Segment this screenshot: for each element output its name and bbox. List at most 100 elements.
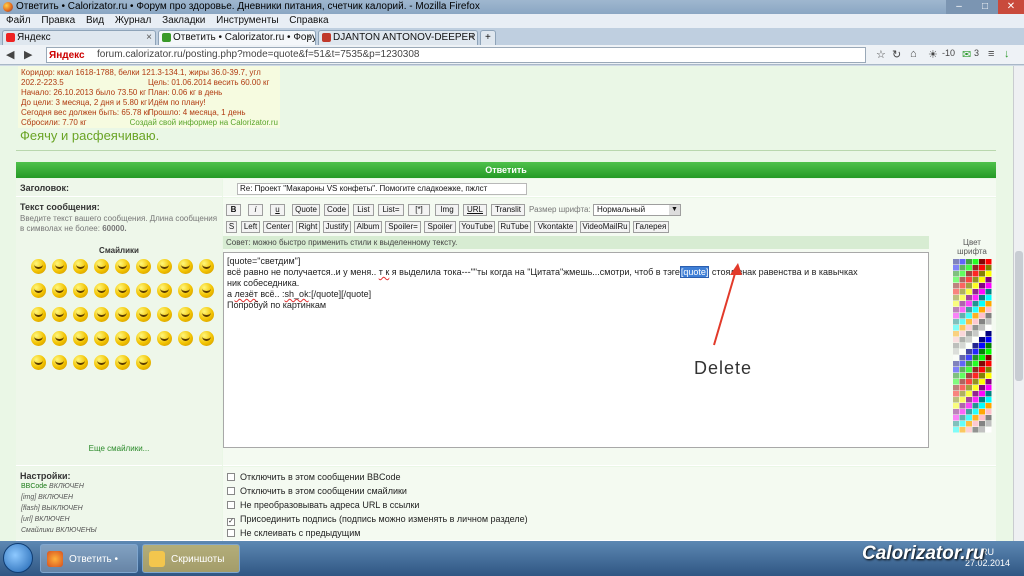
tab-close-icon[interactable]: × xyxy=(146,31,152,44)
color-swatch[interactable] xyxy=(959,313,966,319)
smiley-icon[interactable] xyxy=(73,259,88,274)
smiley-icon[interactable] xyxy=(52,355,67,370)
color-swatch[interactable] xyxy=(979,403,985,409)
color-swatch[interactable] xyxy=(972,421,979,427)
color-swatch[interactable] xyxy=(972,409,979,415)
menu-history[interactable]: Журнал xyxy=(115,15,152,26)
color-swatch[interactable] xyxy=(966,397,972,403)
color-swatch[interactable] xyxy=(985,301,992,307)
color-swatch[interactable] xyxy=(972,373,979,379)
smiley-icon[interactable] xyxy=(115,355,130,370)
color-swatch[interactable] xyxy=(966,283,972,289)
color-swatch[interactable] xyxy=(959,301,966,307)
message-textarea[interactable]: [quote="светдим"] всё равно не получаетс… xyxy=(223,252,929,448)
refresh-icon[interactable]: ↻ xyxy=(892,48,901,61)
list-button[interactable]: List xyxy=(353,204,374,216)
color-swatch[interactable] xyxy=(959,403,966,409)
color-swatch[interactable] xyxy=(966,289,972,295)
smiley-icon[interactable] xyxy=(52,331,67,346)
taskbar-firefox[interactable]: Ответить • Calori... xyxy=(40,544,138,573)
color-swatch[interactable] xyxy=(985,421,992,427)
smiley-icon[interactable] xyxy=(73,283,88,298)
smiley-icon[interactable] xyxy=(157,331,172,346)
color-swatch[interactable] xyxy=(966,409,972,415)
color-swatch[interactable] xyxy=(979,409,985,415)
color-swatch[interactable] xyxy=(979,325,985,331)
smiley-icon[interactable] xyxy=(136,283,151,298)
color-swatch[interactable] xyxy=(959,355,966,361)
color-swatch[interactable] xyxy=(979,313,985,319)
color-swatch[interactable] xyxy=(979,277,985,283)
color-swatch[interactable] xyxy=(959,367,966,373)
color-swatch[interactable] xyxy=(972,259,979,265)
align-right-button[interactable]: Right xyxy=(296,221,320,233)
maximize-button[interactable]: □ xyxy=(972,0,998,14)
smiley-icon[interactable] xyxy=(31,331,46,346)
download-icon[interactable]: ↓ xyxy=(1004,48,1010,60)
color-swatch[interactable] xyxy=(979,343,985,349)
color-swatch[interactable] xyxy=(953,415,959,421)
font-size-select[interactable]: Нормальный ▼ xyxy=(593,204,681,216)
checkbox[interactable] xyxy=(227,501,235,509)
color-swatch[interactable] xyxy=(953,427,959,433)
color-swatch[interactable] xyxy=(972,349,979,355)
color-swatch[interactable] xyxy=(985,343,992,349)
tab-calorizator[interactable]: Ответить • Calorizator.ru • Форум пр... … xyxy=(158,30,316,45)
create-informer-link[interactable]: Создай свой информер на Calorizator.ru xyxy=(130,118,278,128)
smiley-icon[interactable] xyxy=(73,331,88,346)
color-swatch[interactable] xyxy=(985,283,992,289)
strike-button[interactable]: S xyxy=(226,221,237,233)
color-swatch[interactable] xyxy=(953,403,959,409)
smiley-icon[interactable] xyxy=(94,307,109,322)
tab-close-icon[interactable]: × xyxy=(468,31,474,44)
align-center-button[interactable]: Center xyxy=(263,221,293,233)
color-swatch[interactable] xyxy=(959,385,966,391)
color-swatch[interactable] xyxy=(966,271,972,277)
color-swatch[interactable] xyxy=(953,355,959,361)
color-swatch[interactable] xyxy=(979,271,985,277)
color-swatch[interactable] xyxy=(953,409,959,415)
color-swatch[interactable] xyxy=(966,349,972,355)
color-swatch[interactable] xyxy=(985,277,992,283)
color-swatch[interactable] xyxy=(953,367,959,373)
color-swatch[interactable] xyxy=(966,373,972,379)
smiley-icon[interactable] xyxy=(178,307,193,322)
color-swatch[interactable] xyxy=(979,331,985,337)
color-swatch[interactable] xyxy=(985,367,992,373)
gallery-button[interactable]: Галерея xyxy=(633,221,669,233)
color-swatch[interactable] xyxy=(953,289,959,295)
list-item-button[interactable]: [*] xyxy=(408,204,430,216)
menu-view[interactable]: Вид xyxy=(86,15,104,26)
color-swatch[interactable] xyxy=(966,421,972,427)
underline-button[interactable]: u xyxy=(270,204,285,216)
color-swatch[interactable] xyxy=(972,307,979,313)
color-swatch[interactable] xyxy=(972,313,979,319)
menu-tools[interactable]: Инструменты xyxy=(216,15,278,26)
smiley-icon[interactable] xyxy=(115,283,130,298)
color-swatch[interactable] xyxy=(979,289,985,295)
color-swatch[interactable] xyxy=(972,277,979,283)
color-swatch[interactable] xyxy=(979,415,985,421)
bold-button[interactable]: B xyxy=(226,204,241,216)
color-swatch[interactable] xyxy=(953,307,959,313)
color-swatch[interactable] xyxy=(959,331,966,337)
color-swatch[interactable] xyxy=(966,391,972,397)
color-swatch[interactable] xyxy=(972,295,979,301)
color-swatch[interactable] xyxy=(966,385,972,391)
color-swatch[interactable] xyxy=(953,325,959,331)
color-swatch[interactable] xyxy=(966,361,972,367)
checkbox-checked[interactable]: ✓ xyxy=(227,518,235,526)
color-swatch[interactable] xyxy=(959,319,966,325)
color-swatch[interactable] xyxy=(979,391,985,397)
color-swatch[interactable] xyxy=(972,325,979,331)
address-bar[interactable]: Яндекс forum.calorizator.ru/posting.php?… xyxy=(46,47,866,63)
new-tab-button[interactable]: + xyxy=(480,30,496,45)
smiley-icon[interactable] xyxy=(199,259,214,274)
justify-button[interactable]: Justify xyxy=(323,221,351,233)
subject-input[interactable]: Re: Проект "Макароны VS конфеты". Помоги… xyxy=(237,183,527,195)
album-button[interactable]: Album xyxy=(354,221,382,233)
color-swatch[interactable] xyxy=(959,295,966,301)
color-swatch[interactable] xyxy=(985,385,992,391)
color-swatch[interactable] xyxy=(959,373,966,379)
color-swatch[interactable] xyxy=(953,313,959,319)
